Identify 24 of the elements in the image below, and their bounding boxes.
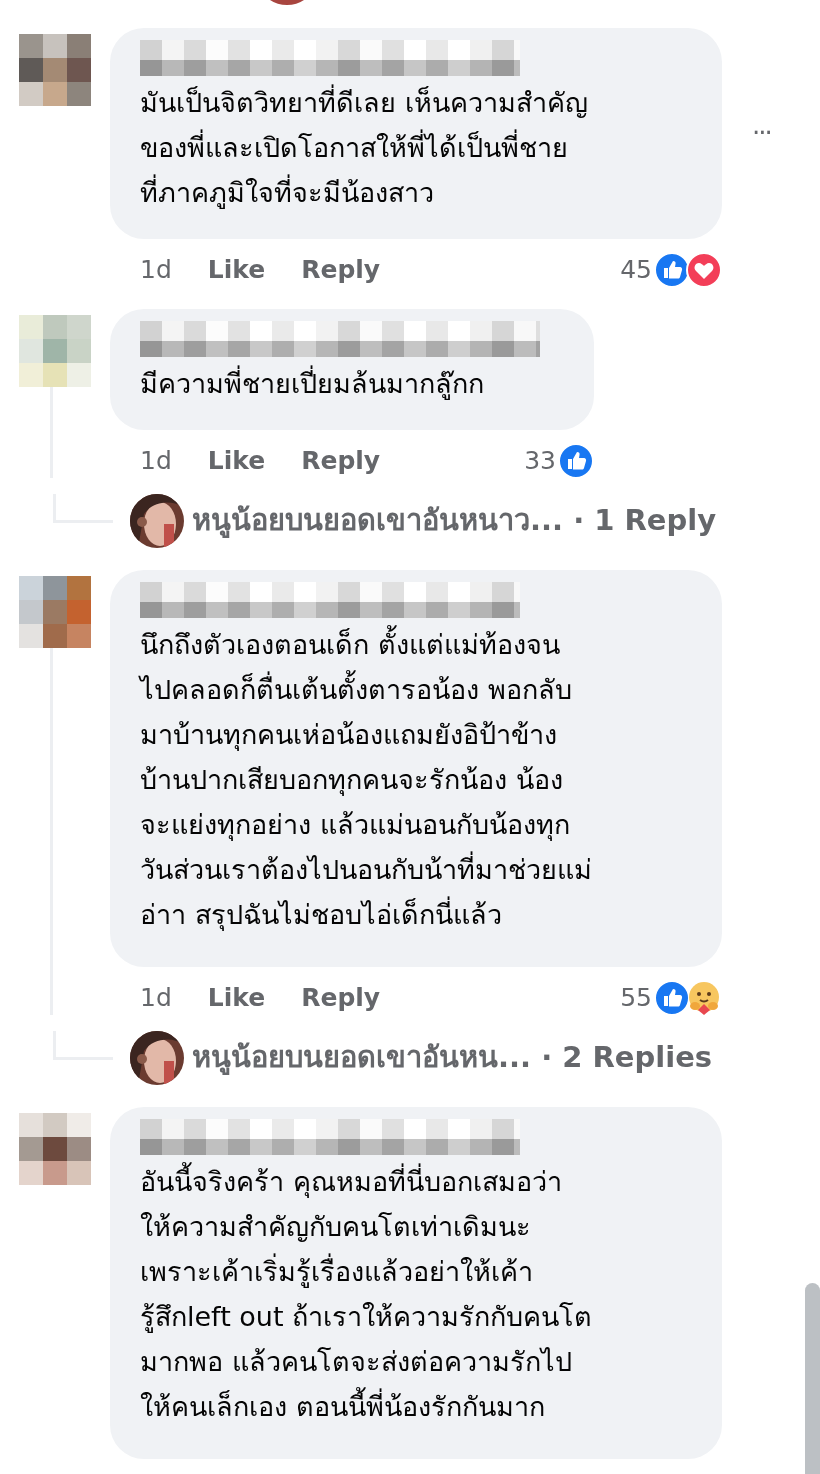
comment-time: 1d: [140, 254, 172, 287]
comment-time: 1d: [140, 445, 172, 478]
like-link[interactable]: Like: [207, 251, 266, 289]
reply-link[interactable]: Reply: [301, 979, 381, 1017]
comment-text: อันนี้จริงคร้า คุณหมอที่นี่บอกเสมอว่า ให้ความสำคัญกับคนโตเท่าเดิมนะ เพราะเค้าเริ่มรู้เรื่องแล้วอย่าให้เค้า รู้สึกleft out ถ้าเราให้ความรักกับคนโต มากพอ แล้วคนโตจะส่งต่อความรักไป ให้คนเล็กเอง ตอนนี้พี่น้องรักกันมาก: [140, 1159, 692, 1429]
comment-text: มันเป็นจิตวิทยาที่ดีเลย เห็นความสำคัญ ของพี่และเปิดโอกาสให้พี่ได้เป็นพี่ชาย ที่ภาคภูมิใจที่จะมีน้องสาว: [140, 80, 692, 215]
like-link[interactable]: Like: [207, 979, 266, 1017]
like-icon: [558, 443, 594, 479]
scrollbar[interactable]: [805, 1283, 820, 1474]
like-icon: [654, 980, 690, 1016]
comment-time: 1d: [140, 982, 172, 1015]
reply-link[interactable]: Reply: [301, 251, 381, 289]
like-icon: [654, 252, 690, 288]
like-link[interactable]: Like: [207, 442, 266, 480]
reaction-count: 55: [620, 982, 652, 1015]
reaction-count: 45: [620, 254, 652, 287]
comment-text: นึกถึงตัวเองตอนเด็ก ตั้งแต่แม่ท้องจน ไปคลอดก็ตื่นเต้นตั้งตารอน้อง พอกลับ มาบ้านทุกคนเห่อน้องแถมยังอิป้าข้าง บ้านปากเสียบอกทุกคนจะรักน้อง น้อง จะแย่งทุกอย่าง แล้วแม่นอนกับน้องทุก วันส่วนเราต้องไปนอนกับน้าที่มาช่วยแม่ อ่าา สรุปฉันไม่ชอบไอ่เด็กนี่แล้ว: [140, 622, 692, 937]
view-replies-link[interactable]: หนูน้อยบนยอดเขาอันหนาว... · 1 Reply: [192, 499, 717, 543]
reply-link[interactable]: Reply: [301, 442, 381, 480]
view-replies-link[interactable]: หนูน้อยบนยอดเขาอันหน... · 2 Replies: [192, 1036, 713, 1080]
reaction-count: 33: [524, 445, 556, 478]
more-options-button[interactable]: ···: [752, 114, 771, 153]
comment-text: มีความพี่ชายเปี่ยมล้นมากลู๊กก: [140, 361, 564, 406]
hugging-emoji-icon: [686, 980, 722, 1016]
